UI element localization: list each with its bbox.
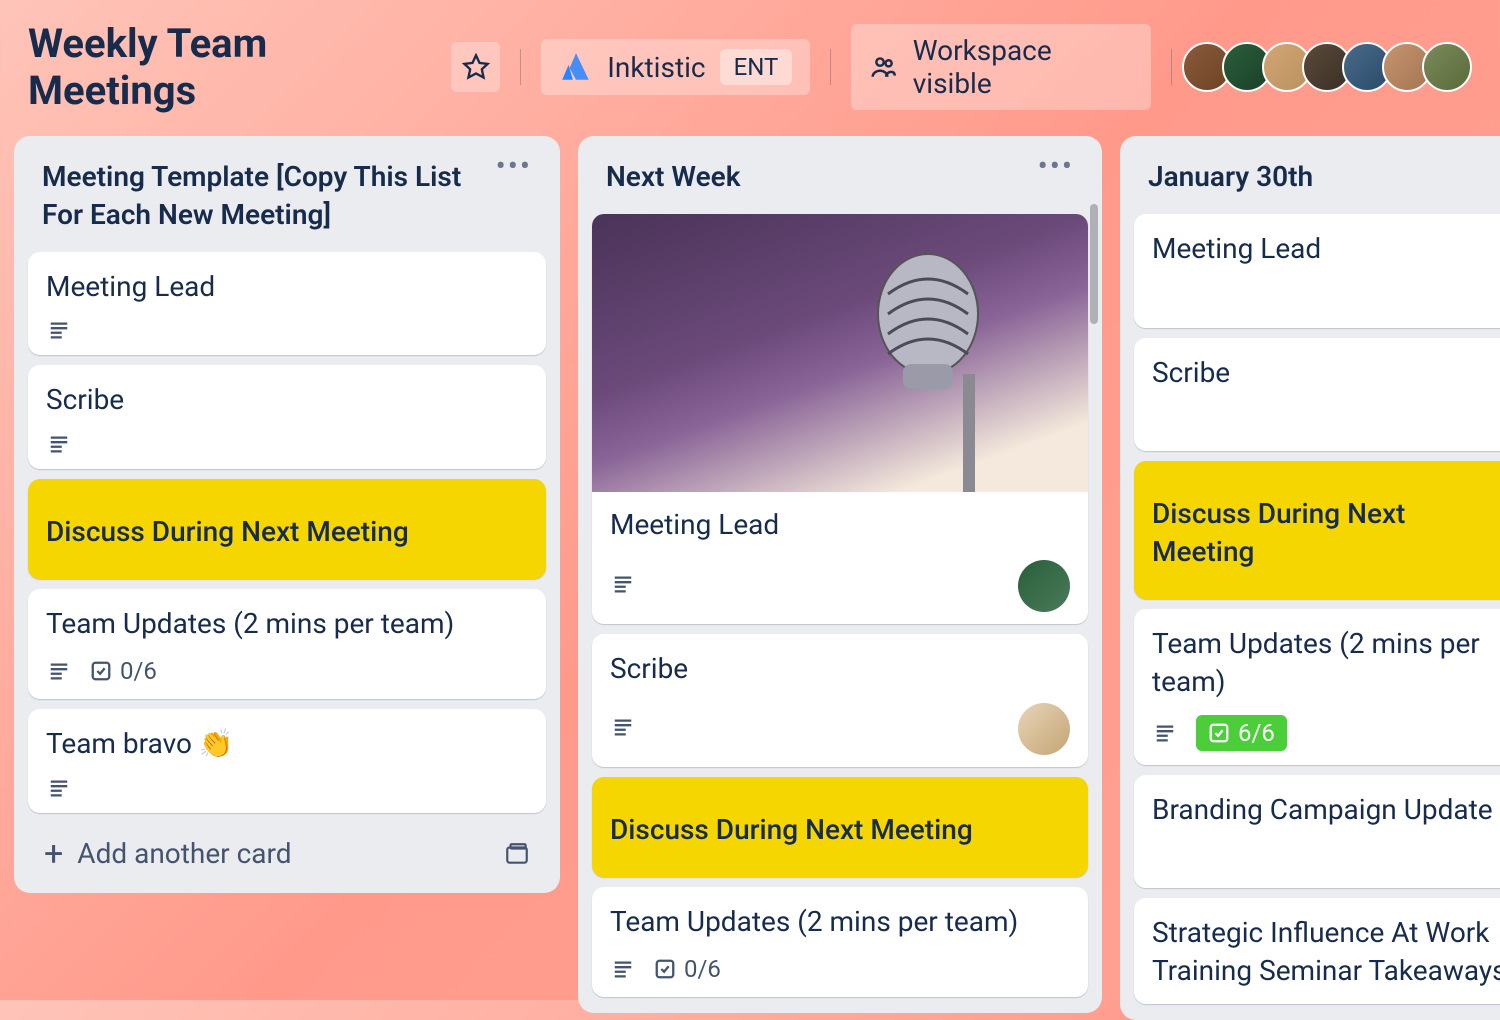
list-january-30: January 30th Meeting Lead Scribe Discuss… — [1120, 136, 1500, 1020]
card[interactable]: Team Updates (2 mins per team) 6/6 — [1134, 609, 1500, 765]
add-card-label: Add another card — [77, 837, 291, 870]
atlassian-logo-icon — [559, 50, 593, 84]
board-lists: Meeting Template [Copy This List For Eac… — [0, 136, 1500, 1020]
board-title[interactable]: Weekly Team Meetings — [28, 20, 437, 114]
description-icon — [46, 319, 72, 341]
checklist-badge: 0/6 — [90, 657, 157, 685]
card-title: Meeting Lead — [46, 268, 528, 306]
card[interactable]: Scribe — [1134, 338, 1500, 452]
card-title: Meeting Lead — [1152, 230, 1500, 268]
description-icon — [46, 660, 72, 682]
description-icon — [46, 433, 72, 455]
card[interactable]: Team Updates (2 mins per team) 0/6 — [28, 589, 546, 699]
star-icon — [462, 53, 490, 81]
list-title[interactable]: January 30th — [1148, 158, 1313, 196]
add-card-button[interactable]: + Add another card — [44, 837, 292, 871]
microphone-icon — [848, 244, 1028, 492]
card-title: Scribe — [610, 650, 1070, 688]
card[interactable]: Meeting Lead — [28, 252, 546, 356]
card[interactable]: Discuss During Next Meeting — [28, 479, 546, 579]
checklist-icon — [1208, 722, 1230, 744]
list-meeting-template: Meeting Template [Copy This List For Eac… — [14, 136, 560, 893]
list-next-week: Next Week ••• Meeting Lead Scribe — [578, 136, 1102, 1013]
card-title: Discuss During Next Meeting — [610, 811, 1070, 849]
card-title: Scribe — [46, 381, 528, 419]
card[interactable]: Strategic Influence At Work Training Sem… — [1134, 898, 1500, 1004]
card[interactable]: Meeting Lead — [1134, 214, 1500, 328]
board-header: Weekly Team Meetings Inktistic ENT Works… — [0, 0, 1500, 136]
divider — [830, 49, 831, 85]
card[interactable]: Discuss During Next Meeting — [1134, 461, 1500, 599]
workspace-name: Inktistic — [607, 51, 705, 84]
card[interactable]: Discuss During Next Meeting — [592, 777, 1088, 877]
list-header: January 30th — [1134, 152, 1500, 204]
list-header: Meeting Template [Copy This List For Eac… — [28, 152, 546, 242]
star-button[interactable] — [451, 42, 500, 92]
card[interactable]: Meeting Lead — [592, 214, 1088, 624]
checklist-badge: 0/6 — [654, 955, 721, 983]
list-title[interactable]: Meeting Template [Copy This List For Eac… — [42, 158, 496, 234]
description-icon — [46, 777, 72, 799]
card-title: Team Updates (2 mins per team) — [610, 903, 1070, 941]
description-icon — [610, 716, 636, 738]
card-title: Team Updates (2 mins per team) — [46, 605, 528, 643]
workspace-badge: ENT — [720, 49, 793, 85]
card-template-icon[interactable] — [504, 841, 530, 867]
checklist-count: 6/6 — [1238, 719, 1275, 747]
card[interactable]: Scribe — [28, 365, 546, 469]
list-title[interactable]: Next Week — [606, 158, 740, 196]
card-title: Branding Campaign Update — [1152, 791, 1500, 829]
checklist-badge: 6/6 — [1196, 715, 1287, 751]
card-title: Team Updates (2 mins per team) — [1152, 625, 1500, 701]
card-cover — [592, 214, 1088, 492]
card[interactable]: Scribe — [592, 634, 1088, 768]
card-title: Discuss During Next Meeting — [1152, 495, 1500, 571]
description-icon — [610, 573, 636, 595]
checklist-count: 0/6 — [120, 657, 157, 685]
divider — [1171, 49, 1172, 85]
checklist-count: 0/6 — [684, 955, 721, 983]
card[interactable]: Team bravo 👏 — [28, 709, 546, 813]
workspace-pill[interactable]: Inktistic ENT — [541, 39, 810, 95]
card[interactable]: Team Updates (2 mins per team) 0/6 — [592, 887, 1088, 997]
description-icon — [610, 958, 636, 980]
description-icon — [1152, 722, 1178, 744]
people-icon — [869, 52, 898, 82]
card-title: Meeting Lead — [610, 506, 1070, 544]
card-member-avatar[interactable] — [1018, 703, 1070, 755]
list-menu-button[interactable]: ••• — [496, 158, 532, 176]
list-menu-button[interactable]: ••• — [1038, 158, 1074, 176]
scrollbar[interactable] — [1090, 204, 1098, 324]
divider — [520, 49, 521, 85]
card-title: Scribe — [1152, 354, 1500, 392]
card-title: Discuss During Next Meeting — [46, 513, 528, 551]
avatar[interactable] — [1422, 42, 1472, 92]
checklist-icon — [90, 660, 112, 682]
visibility-pill[interactable]: Workspace visible — [851, 24, 1151, 110]
member-avatars[interactable] — [1192, 42, 1472, 92]
card-title: Team bravo 👏 — [46, 725, 528, 763]
card-member-avatar[interactable] — [1018, 560, 1070, 612]
list-header: Next Week ••• — [592, 152, 1088, 204]
card[interactable]: Branding Campaign Update — [1134, 775, 1500, 889]
checklist-icon — [654, 958, 676, 980]
visibility-label: Workspace visible — [913, 34, 1133, 100]
plus-icon: + — [44, 837, 63, 871]
add-card-row: + Add another card — [28, 823, 546, 877]
card-title: Strategic Influence At Work Training Sem… — [1152, 914, 1500, 990]
